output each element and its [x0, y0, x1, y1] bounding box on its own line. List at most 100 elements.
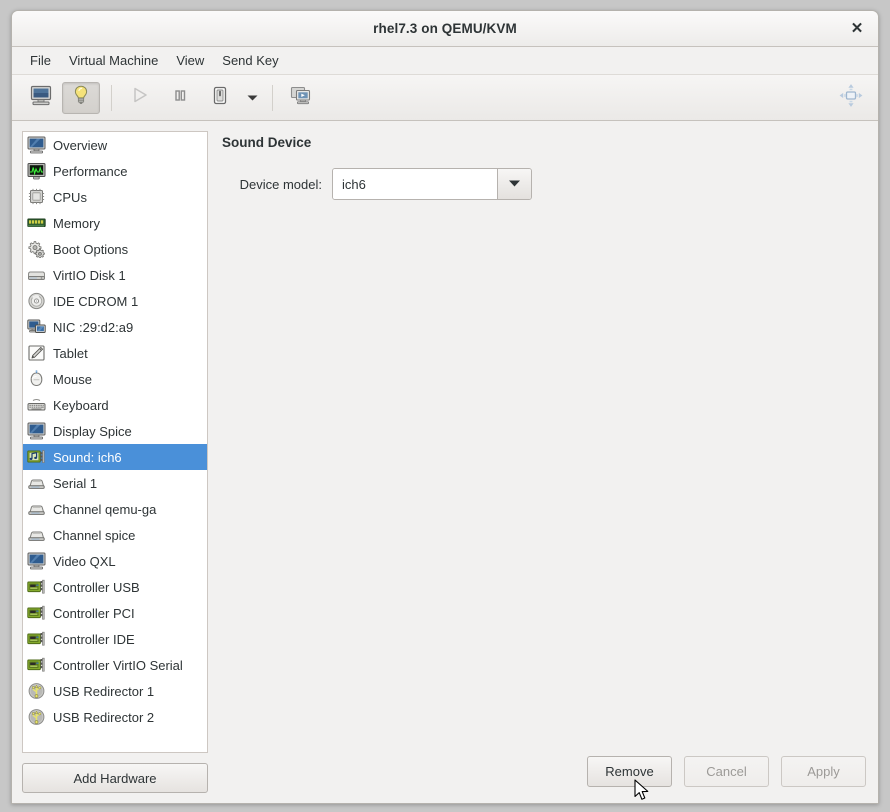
close-icon[interactable]: ✕ — [846, 18, 868, 40]
sidebar-item-label: Mouse — [53, 371, 93, 387]
titlebar: rhel7.3 on QEMU/KVM ✕ — [12, 11, 878, 47]
performance-graph-icon — [26, 161, 46, 181]
sidebar-item-controller-virtio-serial[interactable]: Controller VirtIO Serial — [23, 652, 207, 678]
sidebar-item-label: Memory — [53, 215, 100, 231]
combo-arrow-button[interactable] — [497, 169, 531, 199]
lightbulb-details-icon — [70, 84, 92, 111]
sidebar-item-label: Controller IDE — [53, 631, 135, 647]
menu-send-key[interactable]: Send Key — [213, 50, 287, 71]
menu-view[interactable]: View — [167, 50, 213, 71]
sidebar-item-channel-qemu-ga[interactable]: Channel qemu-ga — [23, 496, 207, 522]
menu-virtual-machine[interactable]: Virtual Machine — [60, 50, 167, 71]
sidebar-item-controller-pci[interactable]: Controller PCI — [23, 600, 207, 626]
sidebar-item-label: USB Redirector 2 — [53, 709, 155, 725]
sidebar-item-tablet[interactable]: Tablet — [23, 340, 207, 366]
cdrom-disc-icon — [26, 291, 46, 311]
menubar: File Virtual Machine View Send Key — [12, 47, 878, 75]
show-console-button[interactable] — [22, 82, 60, 114]
sidebar-item-label: VirtIO Disk 1 — [53, 267, 126, 283]
sidebar-item-mouse[interactable]: Mouse — [23, 366, 207, 392]
sidebar-item-label: Keyboard — [53, 397, 109, 413]
sidebar-item-usb-redirector-1[interactable]: USB Redirector 1 — [23, 678, 207, 704]
sidebar-item-label: Channel spice — [53, 527, 136, 543]
shutdown-button[interactable] — [201, 82, 239, 114]
usb-icon — [26, 681, 46, 701]
snapshot-screens-icon — [290, 85, 312, 111]
monitor-icon — [26, 135, 46, 155]
sidebar-item-label: IDE CDROM 1 — [53, 293, 139, 309]
sidebar-item-ide-cdrom-1[interactable]: IDE CDROM 1 — [23, 288, 207, 314]
sidebar-item-label: Boot Options — [53, 241, 129, 257]
sidebar-item-label: Controller VirtIO Serial — [53, 657, 183, 673]
sidebar-item-label: Sound: ich6 — [53, 449, 122, 465]
page-title: Sound Device — [222, 135, 312, 150]
usb-icon — [26, 707, 46, 727]
device-model-row: Device model: ich6 — [222, 168, 868, 200]
sidebar-item-label: Performance — [53, 163, 128, 179]
sidebar-item-label: USB Redirector 1 — [53, 683, 155, 699]
sidebar-item-controller-usb[interactable]: Controller USB — [23, 574, 207, 600]
controller-card-icon — [26, 655, 46, 675]
sound-card-icon — [26, 447, 46, 467]
sound-device-panel: Sound Device Device model: ich6 — [222, 131, 868, 749]
cancel-button[interactable]: Cancel — [684, 755, 769, 787]
sidebar-item-memory[interactable]: Memory — [23, 210, 207, 236]
show-details-button[interactable] — [62, 81, 100, 114]
display-monitor-icon — [26, 551, 46, 571]
sidebar-item-video-qxl[interactable]: Video QXL — [23, 548, 207, 574]
play-icon — [130, 85, 150, 110]
pause-button[interactable] — [161, 82, 199, 114]
shutdown-dropdown-button[interactable] — [241, 82, 263, 114]
virt-manager-window: rhel7.3 on QEMU/KVM ✕ File Virtual Machi… — [11, 10, 879, 804]
sidebar-item-usb-redirector-2[interactable]: USB Redirector 2 — [23, 704, 207, 730]
sidebar-item-label: NIC :29:d2:a9 — [53, 319, 134, 335]
sidebar-item-virtio-disk-1[interactable]: VirtIO Disk 1 — [23, 262, 207, 288]
sidebar-item-serial-1[interactable]: Serial 1 — [23, 470, 207, 496]
tablet-pen-icon — [26, 343, 46, 363]
gears-icon — [26, 239, 46, 259]
serial-port-icon — [26, 499, 46, 519]
details-panel: Sound Device Device model: ich6 Remove C… — [208, 131, 868, 793]
network-card-icon — [26, 317, 46, 337]
snapshots-button[interactable] — [282, 82, 320, 114]
chevron-down-icon — [247, 89, 258, 107]
memory-ram-icon — [26, 213, 46, 233]
sidebar-item-boot-options[interactable]: Boot Options — [23, 236, 207, 262]
sidebar-item-label: Serial 1 — [53, 475, 98, 491]
device-model-value: ich6 — [333, 169, 497, 199]
hardware-list[interactable]: Overview Performance CPUs Memory Boot Option… — [22, 131, 208, 753]
remove-button[interactable]: Remove — [587, 755, 672, 787]
toolbar — [12, 75, 878, 121]
sidebar-item-channel-spice[interactable]: Channel spice — [23, 522, 207, 548]
sidebar-item-label: Overview — [53, 137, 108, 153]
mouse-icon — [26, 369, 46, 389]
sidebar-item-label: Controller PCI — [53, 605, 135, 621]
chevron-down-icon — [508, 175, 521, 193]
sidebar-item-sound-ich6[interactable]: Sound: ich6 — [23, 444, 207, 470]
action-buttons: Remove Cancel Apply — [222, 749, 868, 793]
controller-card-icon — [26, 577, 46, 597]
sidebar-item-label: Tablet — [53, 345, 88, 361]
serial-port-icon — [26, 525, 46, 545]
sidebar-item-label: CPUs — [53, 189, 87, 205]
sidebar-item-keyboard[interactable]: Keyboard — [23, 392, 207, 418]
menu-file[interactable]: File — [21, 50, 60, 71]
cpu-chip-icon — [26, 187, 46, 207]
device-model-label: Device model: — [239, 176, 322, 192]
sidebar-item-performance[interactable]: Performance — [23, 158, 207, 184]
serial-port-icon — [26, 473, 46, 493]
apply-button[interactable]: Apply — [781, 755, 866, 787]
controller-card-icon — [26, 603, 46, 623]
pause-icon — [170, 85, 190, 110]
sidebar-item-controller-ide[interactable]: Controller IDE — [23, 626, 207, 652]
sidebar-item-nic-29-d2-a9[interactable]: NIC :29:d2:a9 — [23, 314, 207, 340]
window-title: rhel7.3 on QEMU/KVM — [373, 21, 517, 36]
sidebar-item-overview[interactable]: Overview — [23, 132, 207, 158]
add-hardware-button[interactable]: Add Hardware — [22, 763, 208, 793]
sidebar-item-cpus[interactable]: CPUs — [23, 184, 207, 210]
fullscreen-button[interactable] — [838, 82, 864, 113]
sidebar-item-label: Video QXL — [53, 553, 116, 569]
device-model-select[interactable]: ich6 — [332, 168, 532, 200]
sidebar-item-display-spice[interactable]: Display Spice — [23, 418, 207, 444]
run-button[interactable] — [121, 82, 159, 114]
